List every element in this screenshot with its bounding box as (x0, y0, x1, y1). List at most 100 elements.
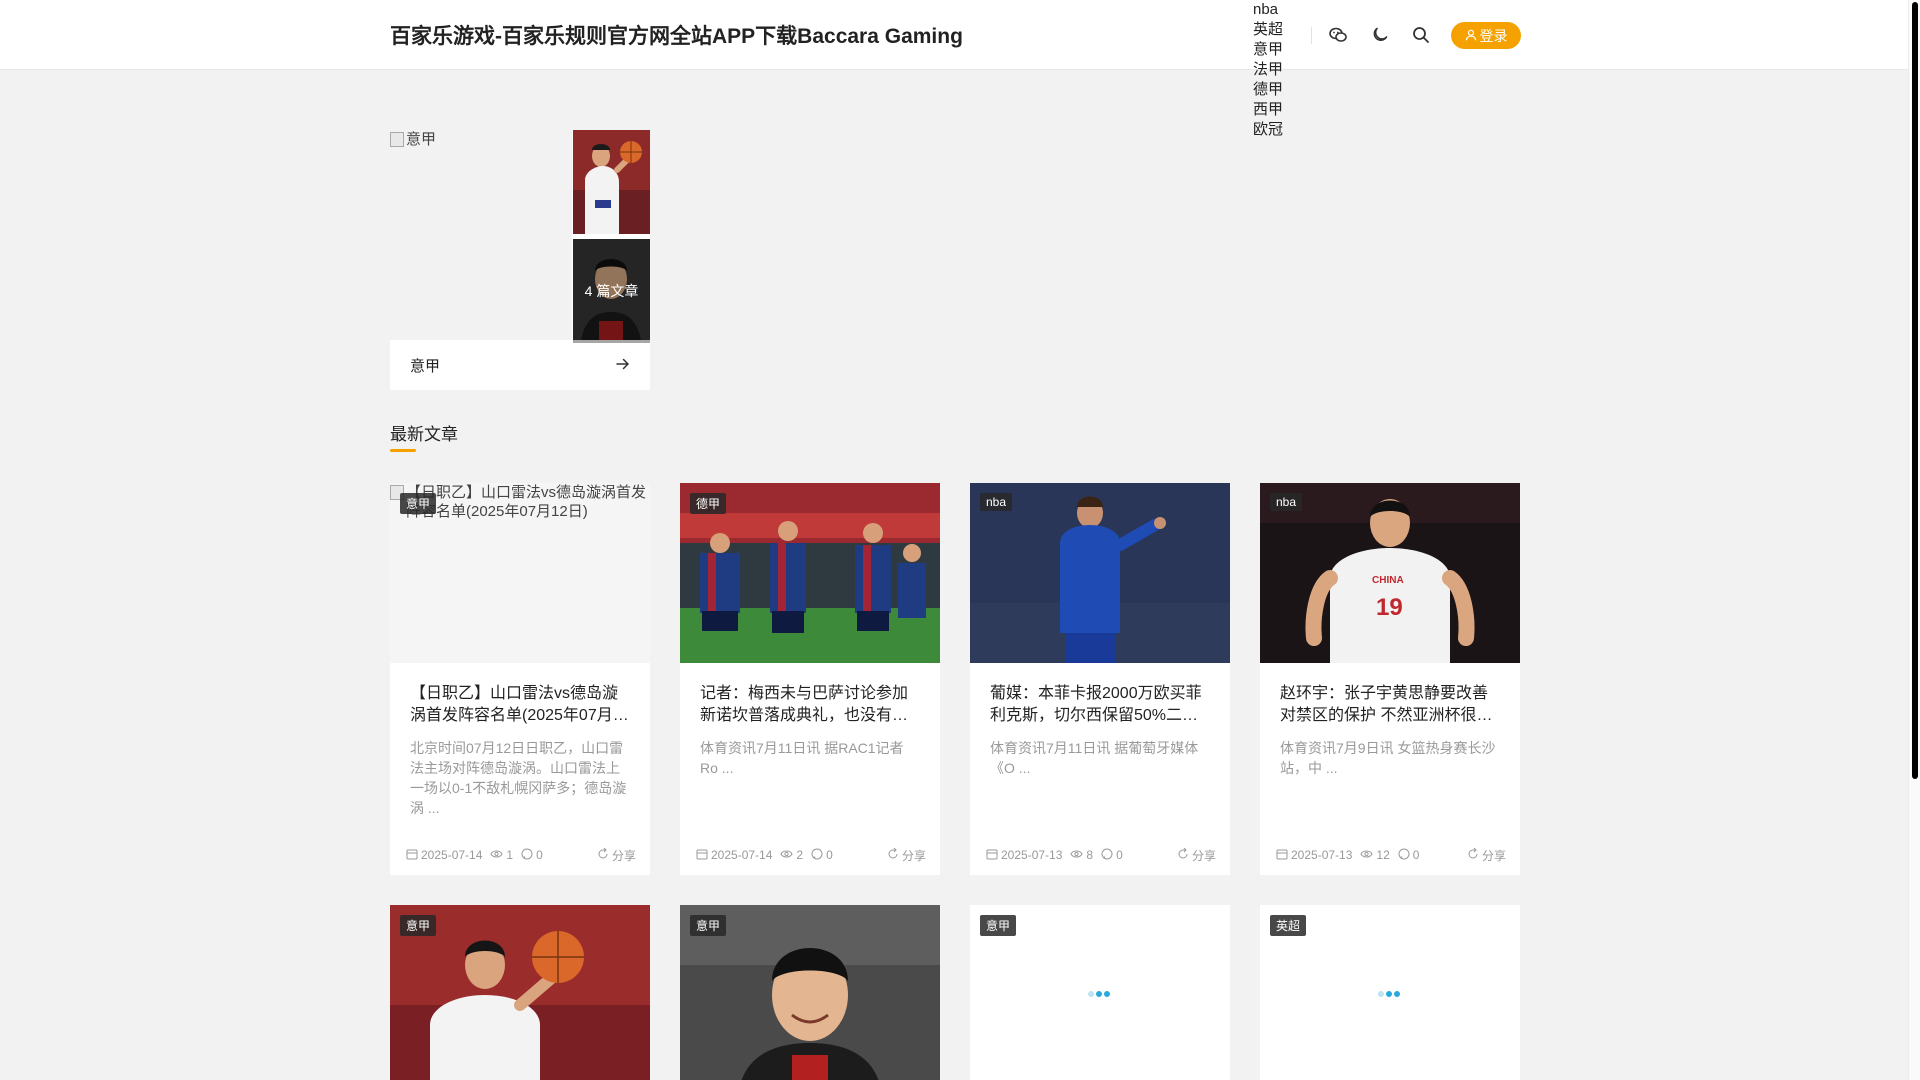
article-excerpt: 北京时间07月12日日职乙，山口雷法主场对阵德岛漩涡。山口雷法上一场以0-1不敌… (410, 740, 627, 816)
eye-icon (1360, 848, 1373, 862)
article-card[interactable]: 意甲 (680, 905, 940, 1080)
article-card[interactable]: nba 葡媒：本菲卡报2000万欧买菲利克斯，切尔西保留50%二次转会分成 体育… (970, 483, 1230, 875)
article-card[interactable]: 【日职乙】山口雷法vs德岛漩涡首发阵容名单(2025年07月12日) 意甲 【日… (390, 483, 650, 875)
eye-icon (490, 848, 503, 862)
article-excerpt: 体育资讯7月11日讯 据RAC1记者Ro ... (700, 740, 904, 776)
article-meta: 2025-07-14 1 0 分享 (406, 847, 636, 863)
share-label: 分享 (901, 848, 926, 863)
article-card[interactable]: 意甲 (390, 905, 650, 1080)
share-icon (887, 847, 899, 863)
category-tag[interactable]: 意甲 (400, 915, 437, 936)
category-image-alt: 意甲 (406, 131, 437, 148)
loading-spinner (1088, 991, 1110, 997)
view-count: 1 (506, 848, 514, 862)
svg-text:19: 19 (1376, 594, 1403, 621)
comments-meta[interactable]: 0 (1398, 848, 1420, 863)
share-button[interactable]: 分享 (597, 847, 636, 864)
article-meta: 2025-07-14 2 0 分享 (696, 847, 926, 863)
comments-meta[interactable]: 0 (1101, 848, 1123, 863)
article-date: 2025-07-14 (421, 848, 483, 862)
view-count: 8 (1086, 848, 1094, 862)
category-tag[interactable]: 意甲 (980, 915, 1017, 936)
share-button[interactable]: 分享 (1467, 847, 1506, 864)
category-footer[interactable]: 意甲 (390, 340, 650, 390)
category-tag[interactable]: 英超 (1270, 915, 1307, 936)
login-button[interactable]: 登录 (1451, 22, 1521, 49)
category-thumb-2[interactable]: 4 篇文章 (573, 239, 650, 343)
article-card[interactable]: 意甲 (970, 905, 1230, 1080)
nav-item-premier-league[interactable]: 英超 (1253, 20, 1313, 40)
wechat-icon[interactable] (1325, 22, 1351, 48)
share-button[interactable]: 分享 (887, 847, 926, 864)
category-name: 意甲 (410, 357, 441, 375)
view-count: 12 (1376, 848, 1390, 862)
scrollbar-thumb[interactable] (1912, 2, 1918, 779)
share-button[interactable]: 分享 (1177, 847, 1216, 864)
article-title[interactable]: 赵环宇：张子宇黄思静要改善对禁区的保护 不然亚洲杯很难打 (1280, 683, 1500, 727)
article-image[interactable]: 德甲 (680, 483, 940, 663)
share-icon (597, 847, 609, 863)
share-icon (1177, 847, 1189, 863)
article-excerpt: 体育资讯7月11日讯 据葡萄牙媒体《O ... (990, 740, 1199, 776)
view-count: 2 (796, 848, 804, 862)
article-card[interactable]: CHINA 19 nba 赵环宇：张子宇黄思静要改善对禁区的保护 不然亚洲杯很难… (1260, 483, 1520, 875)
category-main-image[interactable]: 意甲 (390, 130, 572, 340)
nav-item-la-liga[interactable]: 西甲 (1253, 100, 1313, 120)
comment-icon (1398, 848, 1410, 863)
nav-item-serie-a[interactable]: 意甲 (1253, 40, 1313, 60)
nav-item-bundesliga[interactable]: 德甲 (1253, 80, 1313, 100)
category-tag[interactable]: 意甲 (400, 493, 437, 514)
article-image[interactable]: nba (970, 483, 1230, 663)
category-thumb-1[interactable] (573, 130, 650, 234)
search-icon[interactable] (1408, 22, 1434, 48)
article-image-loading[interactable]: 英超 (1260, 905, 1520, 1080)
moon-icon[interactable] (1367, 22, 1393, 48)
date-meta: 2025-07-13 (1276, 848, 1352, 863)
share-icon (1467, 847, 1479, 863)
category-tag[interactable]: nba (1270, 493, 1303, 511)
eye-icon (780, 848, 793, 862)
article-image[interactable]: 意甲 (390, 905, 650, 1080)
comment-icon (811, 848, 823, 863)
category-card[interactable]: 意甲 4 篇文章 意甲 (390, 130, 650, 390)
site-title[interactable]: 百家乐游戏-百家乐规则官方网全站APP下载Baccara Gaming (390, 20, 963, 50)
svg-text:CHINA: CHINA (1372, 575, 1404, 586)
header-divider (1311, 27, 1312, 44)
broken-image: 意甲 (390, 130, 572, 149)
article-title[interactable]: 【日职乙】山口雷法vs德岛漩涡首发阵容名单(2025年07月12日) (410, 683, 630, 727)
date-meta: 2025-07-14 (696, 848, 772, 863)
calendar-icon (986, 848, 998, 863)
article-image[interactable]: 意甲 (680, 905, 940, 1080)
nav-item-nba[interactable]: nba (1253, 0, 1313, 20)
comment-count: 0 (1412, 848, 1420, 862)
category-tag[interactable]: 意甲 (690, 915, 727, 936)
article-title[interactable]: 葡媒：本菲卡报2000万欧买菲利克斯，切尔西保留50%二次转会分成 (990, 683, 1210, 727)
category-tag[interactable]: nba (980, 493, 1013, 511)
site-header: 百家乐游戏-百家乐规则官方网全站APP下载Baccara Gaming nba … (0, 0, 1920, 138)
comments-meta[interactable]: 0 (521, 848, 543, 863)
views-meta: 2 (780, 848, 803, 862)
calendar-icon (1276, 848, 1288, 863)
latest-articles-title: 最新文章 (390, 425, 458, 444)
views-meta: 1 (490, 848, 513, 862)
comment-count: 0 (536, 848, 543, 862)
category-tag[interactable]: 德甲 (690, 493, 727, 514)
article-date: 2025-07-14 (711, 848, 773, 862)
nav-item-ligue-1[interactable]: 法甲 (1253, 60, 1313, 80)
share-label: 分享 (611, 848, 636, 863)
article-card[interactable]: 英超 (1260, 905, 1520, 1080)
page-scrollbar[interactable] (1908, 0, 1920, 1080)
comments-meta[interactable]: 0 (811, 848, 833, 863)
article-image[interactable]: CHINA 19 nba (1260, 483, 1520, 663)
article-meta: 2025-07-13 12 0 分享 (1276, 847, 1506, 863)
article-image-loading[interactable]: 意甲 (970, 905, 1230, 1080)
article-card[interactable]: 德甲 记者：梅西未与巴萨讨论参加新诺坎普落成典礼，也没有收到邀请 体育资讯7月1… (680, 483, 940, 875)
comment-icon (521, 848, 533, 863)
article-title[interactable]: 记者：梅西未与巴萨讨论参加新诺坎普落成典礼，也没有收到邀请 (700, 683, 920, 727)
category-article-count: 4 篇文章 (573, 239, 650, 343)
date-meta: 2025-07-14 (406, 848, 482, 863)
article-date: 2025-07-13 (1291, 848, 1353, 862)
arrow-right-icon (616, 357, 630, 374)
article-image[interactable]: 【日职乙】山口雷法vs德岛漩涡首发阵容名单(2025年07月12日) 意甲 (390, 483, 650, 663)
nav-item-champions-league[interactable]: 欧冠 (1253, 120, 1313, 140)
